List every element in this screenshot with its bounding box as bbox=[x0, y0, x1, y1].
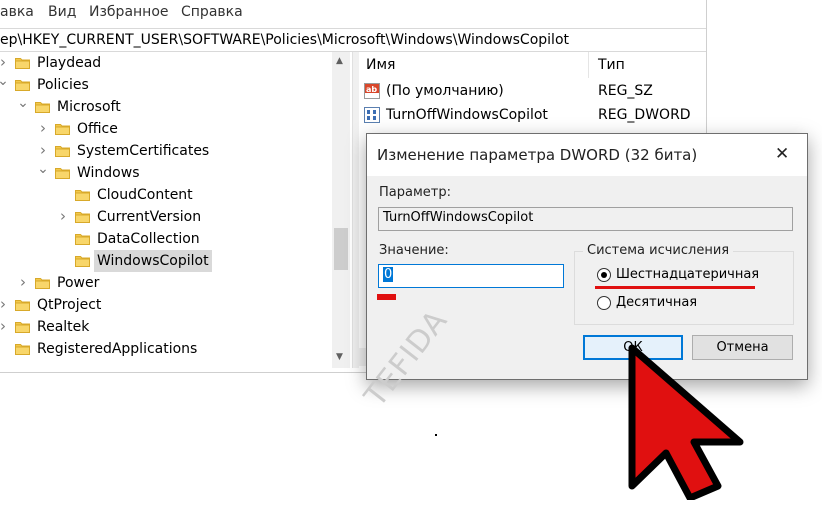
dot-mark bbox=[435, 434, 437, 436]
tree-item-label: Windows bbox=[77, 165, 140, 181]
menu-help[interactable]: Справка bbox=[181, 4, 243, 20]
radio-dec-label: Десятичная bbox=[616, 295, 698, 310]
tree-item-label: Office bbox=[77, 121, 118, 137]
highlight-underline bbox=[595, 286, 755, 289]
folder-icon bbox=[55, 166, 70, 179]
scroll-down-icon[interactable]: ▼ bbox=[336, 352, 343, 362]
tree-item-label: Microsoft bbox=[57, 99, 121, 115]
folder-icon bbox=[35, 100, 50, 113]
dialog-titlebar: Изменение параметра DWORD (32 бита) ✕ bbox=[367, 134, 807, 176]
folder-icon bbox=[35, 276, 50, 289]
radio-dec[interactable]: Десятичная bbox=[597, 294, 777, 312]
menu-view[interactable]: Вид bbox=[48, 4, 76, 20]
radio-selected-dot bbox=[601, 272, 607, 278]
menu-bar: авка Вид Избранное Справка bbox=[0, 0, 706, 26]
registry-tree: › Playdead ⌄ Policies ⌄ Microsoft › Office › Syst… bbox=[0, 52, 352, 368]
string-value-icon: ab bbox=[364, 83, 380, 99]
folder-icon bbox=[15, 56, 30, 69]
value-name: TurnOffWindowsCopilot bbox=[386, 107, 548, 123]
tree-item-realtek[interactable]: › Realtek bbox=[0, 316, 340, 338]
tree-item-label: Power bbox=[57, 275, 100, 291]
address-bar[interactable]: ер\HKEY_CURRENT_USER\SOFTWARE\Policies\M… bbox=[0, 28, 706, 52]
folder-icon bbox=[15, 320, 30, 333]
chevron-down-icon[interactable]: ⌄ bbox=[37, 162, 49, 176]
tree-item-policies[interactable]: ⌄ Policies bbox=[0, 74, 340, 96]
param-name-field: TurnOffWindowsCopilot bbox=[378, 207, 793, 231]
column-type-header[interactable]: Тип bbox=[598, 57, 625, 73]
menu-favorites[interactable]: Избранное bbox=[89, 4, 169, 20]
tree-item-label: WindowsCopilot bbox=[94, 250, 212, 272]
tree-item-label: RegisteredApplications bbox=[37, 341, 198, 357]
folder-icon bbox=[75, 188, 90, 201]
param-label: Параметр: bbox=[379, 185, 451, 200]
scroll-up-icon[interactable]: ▲ bbox=[336, 56, 343, 66]
folder-icon bbox=[15, 342, 30, 355]
value-type: REG_SZ bbox=[598, 83, 653, 99]
folder-icon bbox=[55, 144, 70, 157]
value-data-input[interactable]: 0 bbox=[378, 264, 564, 288]
chevron-right-icon[interactable]: › bbox=[0, 294, 9, 314]
column-name-header[interactable]: Имя bbox=[366, 57, 395, 73]
value-type: REG_DWORD bbox=[598, 107, 691, 123]
tree-item-windowscopilot[interactable]: WindowsCopilot bbox=[57, 250, 340, 272]
dialog-title: Изменение параметра DWORD (32 бита) bbox=[377, 146, 698, 164]
base-group-label: Система исчисления bbox=[583, 243, 734, 258]
svg-text:ab: ab bbox=[366, 85, 377, 94]
tree-item-currentversion[interactable]: › CurrentVersion bbox=[57, 206, 340, 228]
chevron-right-icon[interactable]: › bbox=[17, 272, 29, 292]
tree-item-windows[interactable]: ⌄ Windows bbox=[37, 162, 340, 184]
value-label: Значение: bbox=[379, 243, 449, 258]
column-divider[interactable] bbox=[588, 52, 589, 78]
tree-item-registeredapplications[interactable]: RegisteredApplications bbox=[0, 338, 340, 360]
scroll-thumb[interactable] bbox=[334, 228, 348, 270]
radio-dec-circle[interactable] bbox=[597, 296, 611, 310]
dword-value-icon bbox=[364, 107, 380, 123]
folder-icon bbox=[15, 298, 30, 311]
chevron-down-icon[interactable]: ⌄ bbox=[17, 96, 29, 110]
tree-item-label: CloudContent bbox=[97, 187, 193, 203]
folder-icon bbox=[75, 254, 90, 267]
chevron-down-icon[interactable]: ⌄ bbox=[0, 74, 9, 88]
tree-item-label: Realtek bbox=[37, 319, 90, 335]
base-group: Система исчисления Шестнадцатеричная Дес… bbox=[574, 243, 794, 325]
folder-icon bbox=[75, 210, 90, 223]
red-arrow-cursor-icon bbox=[628, 344, 744, 500]
value-row-default[interactable]: ab (По умолчанию) REG_SZ bbox=[358, 80, 706, 102]
tree-item-label: Policies bbox=[37, 77, 89, 93]
chevron-right-icon[interactable]: › bbox=[37, 118, 49, 138]
close-icon[interactable]: ✕ bbox=[775, 144, 789, 164]
tree-item-office[interactable]: › Office bbox=[37, 118, 340, 140]
tree-item-label: SystemCertificates bbox=[77, 143, 210, 159]
tree-item-microsoft[interactable]: ⌄ Microsoft bbox=[17, 96, 340, 118]
address-path: ер\HKEY_CURRENT_USER\SOFTWARE\Policies\M… bbox=[0, 32, 569, 48]
param-name-value: TurnOffWindowsCopilot bbox=[383, 210, 534, 225]
highlight-underline bbox=[377, 294, 396, 300]
list-header: Имя Тип bbox=[358, 52, 706, 78]
folder-icon bbox=[55, 122, 70, 135]
tree-item-datacollection[interactable]: DataCollection bbox=[57, 228, 340, 250]
chevron-right-icon[interactable]: › bbox=[0, 316, 9, 336]
folder-icon bbox=[15, 78, 30, 91]
tree-item-cloudcontent[interactable]: CloudContent bbox=[57, 184, 340, 206]
tree-scrollbar[interactable]: ▲ ▼ bbox=[332, 52, 350, 368]
tree-item-label: DataCollection bbox=[97, 231, 200, 247]
value-name: (По умолчанию) bbox=[386, 83, 504, 99]
tree-item-label: QtProject bbox=[37, 297, 102, 313]
radio-hex-circle[interactable] bbox=[597, 268, 611, 282]
chevron-right-icon[interactable]: › bbox=[0, 52, 9, 72]
tree-item-systemcertificates[interactable]: › SystemCertificates bbox=[37, 140, 340, 162]
radio-hex-label: Шестнадцатеричная bbox=[616, 267, 760, 282]
radio-hex[interactable]: Шестнадцатеричная bbox=[597, 266, 777, 284]
tree-item-label: CurrentVersion bbox=[97, 209, 202, 225]
tree-item-power[interactable]: › Power bbox=[17, 272, 340, 294]
value-row-turnoff[interactable]: TurnOffWindowsCopilot REG_DWORD bbox=[358, 104, 706, 126]
chevron-right-icon[interactable]: › bbox=[57, 206, 69, 226]
chevron-right-icon[interactable]: › bbox=[37, 140, 49, 160]
menu-edit[interactable]: авка bbox=[0, 4, 34, 20]
tree-item-qtproject[interactable]: › QtProject bbox=[0, 294, 340, 316]
value-data-text: 0 bbox=[383, 267, 394, 282]
folder-icon bbox=[75, 232, 90, 245]
tree-item-label: Playdead bbox=[37, 55, 102, 71]
tree-item-playdead[interactable]: › Playdead bbox=[0, 52, 340, 74]
